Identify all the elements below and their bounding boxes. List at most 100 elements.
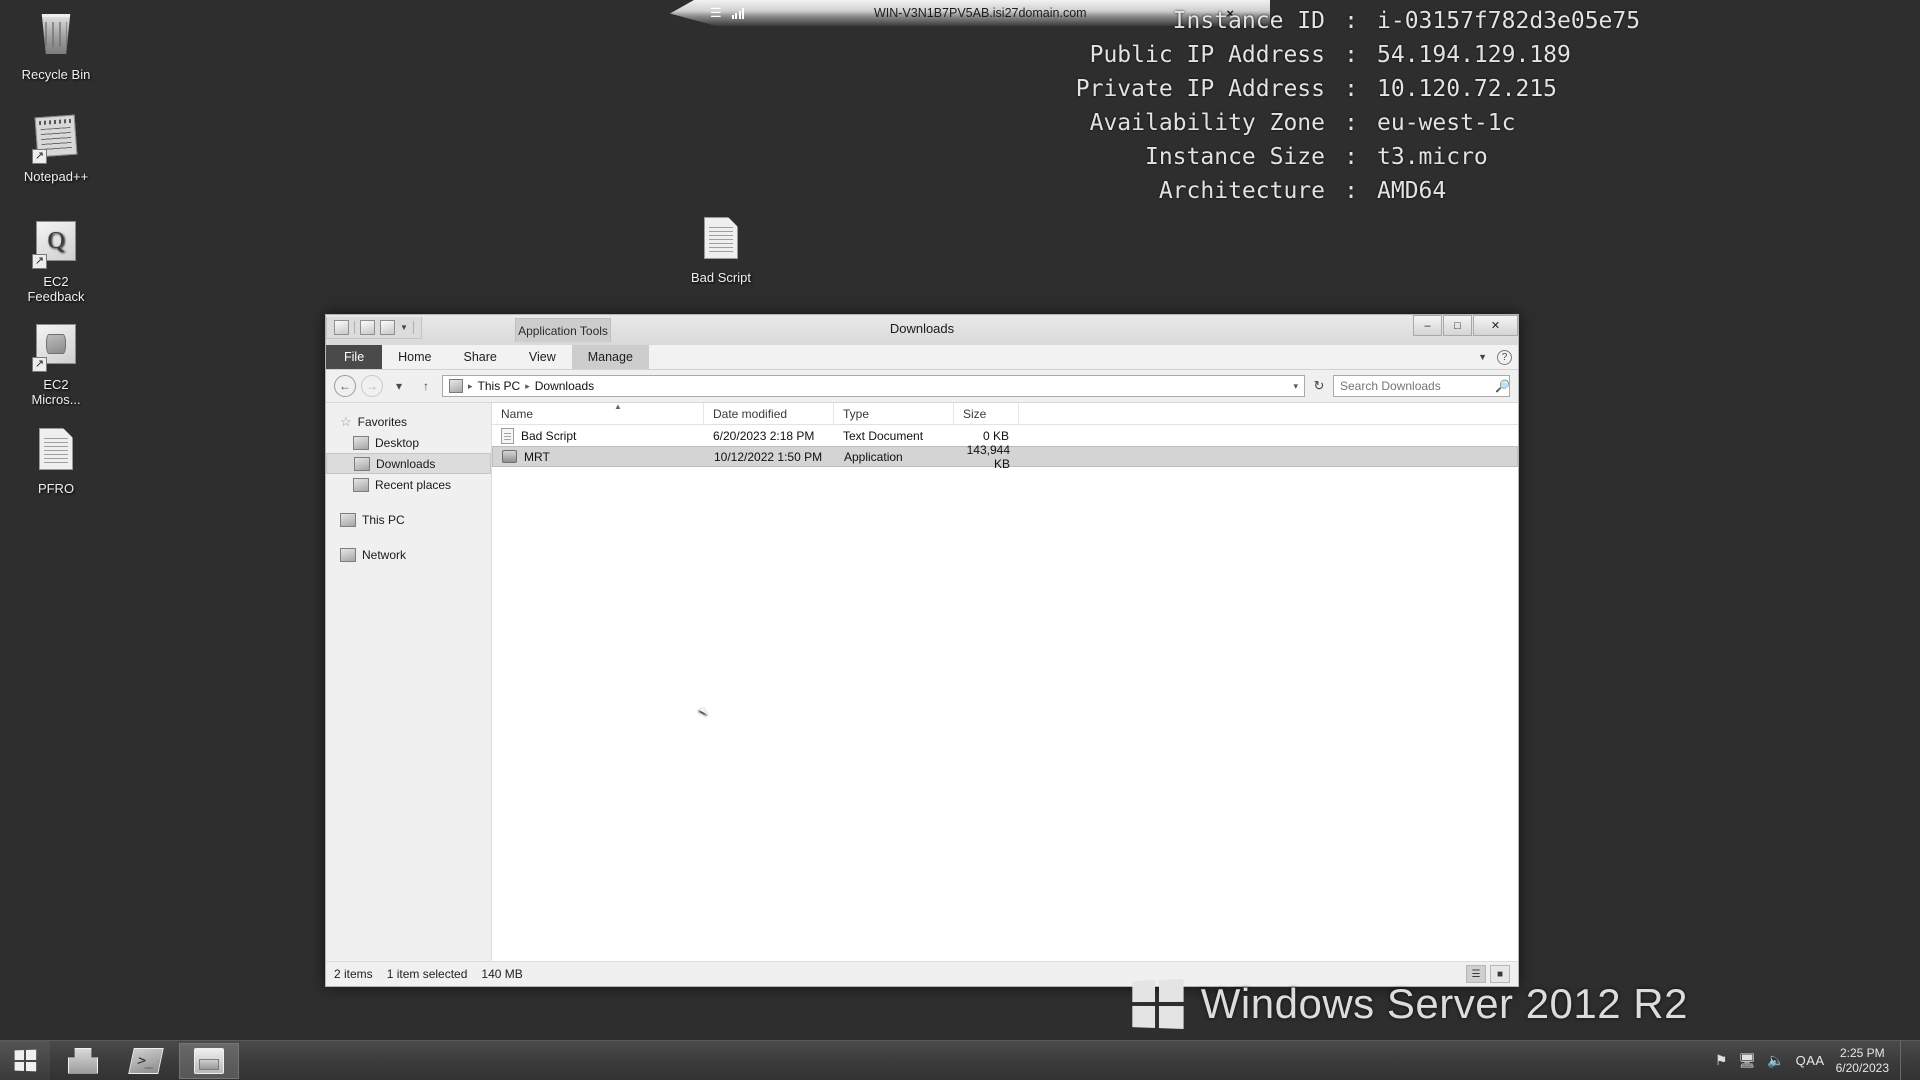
file-type-cell: Text Document <box>843 428 924 443</box>
up-button[interactable]: ↑ <box>415 375 437 397</box>
sort-ascending-icon: ▲ <box>614 402 622 411</box>
back-button[interactable]: ← <box>334 375 356 397</box>
desktop-icon-ec2-microsoft[interactable]: ↗ EC2 Micros... <box>8 320 104 407</box>
os-watermark: Windows Server 2012 R2 <box>1131 979 1688 1029</box>
status-selection: 1 item selected <box>386 967 468 981</box>
close-button[interactable]: ✕ <box>1473 315 1518 336</box>
taskbar-button-powershell[interactable]: >_ <box>116 1043 176 1079</box>
ribbon-tab-strip[interactable]: File Home Share View Manage ▼ ? <box>326 345 1518 370</box>
explorer-body: ☆ Favorites Desktop Downloads Recent pla… <box>326 402 1518 961</box>
ec2-microsoft-icon: ↗ <box>32 324 80 372</box>
desktop-icon-notepad-plus-plus[interactable]: ↗ Notepad++ <box>8 112 104 184</box>
search-icon[interactable]: 🔍 <box>1495 379 1510 393</box>
server-manager-icon <box>68 1047 98 1074</box>
recent-locations-button[interactable]: ▾ <box>388 375 410 397</box>
language-indicator[interactable]: QAA <box>1796 1053 1825 1068</box>
address-toolbar: ← → ▾ ↑ ▸ This PC ▸ Downloads ▾ ↻ 🔍 <box>326 370 1518 402</box>
instance-info-key: Public IP Address <box>1089 42 1325 68</box>
nav-item-label: Recent places <box>375 477 452 492</box>
column-header-size[interactable]: Size <box>954 403 1019 424</box>
table-row[interactable]: MRT 10/12/2022 1:50 PM Application 143,9… <box>492 443 1518 471</box>
clock[interactable]: 2:25 PM 6/20/2023 <box>1836 1046 1889 1076</box>
nav-group-favorites[interactable]: ☆ Favorites <box>326 411 491 432</box>
refresh-button[interactable]: ↻ <box>1310 378 1328 394</box>
tab-manage[interactable]: Manage <box>571 345 649 369</box>
show-desktop-button[interactable] <box>1900 1040 1908 1080</box>
nav-item-recent-places[interactable]: Recent places <box>326 474 491 495</box>
address-dropdown-icon[interactable]: ▾ <box>1293 381 1298 392</box>
ec2-feedback-icon: Q ↗ <box>32 221 80 269</box>
navigation-pane: ☆ Favorites Desktop Downloads Recent pla… <box>326 403 492 961</box>
nav-item-this-pc[interactable]: This PC <box>326 509 491 530</box>
taskbar-button-server-manager[interactable] <box>53 1043 113 1079</box>
search-input[interactable] <box>1340 379 1495 393</box>
maximize-button[interactable]: □ <box>1443 315 1472 336</box>
column-header-name[interactable]: Name <box>492 403 704 424</box>
desktop-icon-recycle-bin[interactable]: Recycle Bin <box>8 10 104 82</box>
nav-item-network[interactable]: Network <box>326 544 491 565</box>
instance-info-row: Instance ID : i-03157f782d3e05e75 <box>980 4 1640 38</box>
column-header-date-modified[interactable]: Date modified <box>704 403 834 424</box>
instance-info-separator: : <box>1344 42 1358 68</box>
instance-info-row: Availability Zone : eu-west-1c <box>980 106 1640 140</box>
tab-share[interactable]: Share <box>448 345 513 369</box>
nav-item-downloads[interactable]: Downloads <box>326 453 491 474</box>
file-name-cell[interactable]: MRT <box>493 450 705 464</box>
breadcrumb-downloads[interactable]: Downloads <box>535 379 594 393</box>
notepad-plus-plus-icon: ↗ <box>32 114 80 164</box>
shortcut-overlay-icon: ↗ <box>32 149 47 164</box>
file-date-cell: 6/20/2023 2:18 PM <box>713 428 815 443</box>
nav-item-label: Network <box>362 547 407 562</box>
windows-start-icon <box>14 1049 37 1072</box>
file-explorer-window: ▼ Application Tools Downloads – □ ✕ File… <box>325 314 1519 987</box>
instance-info-value: t3.micro <box>1377 144 1488 170</box>
file-name: MRT <box>524 449 550 464</box>
column-header-row[interactable]: Name Date modified Type Size ▲ <box>492 402 1518 425</box>
recent-places-icon <box>353 477 369 492</box>
powershell-icon: >_ <box>128 1047 164 1074</box>
status-selection-size: 140 MB <box>481 967 523 981</box>
signal-strength-icon <box>731 7 745 19</box>
desktop-icon-ec2-feedback[interactable]: Q ↗ EC2 Feedback <box>8 217 104 304</box>
file-name-cell[interactable]: Bad Script <box>492 427 704 444</box>
address-bar[interactable]: ▸ This PC ▸ Downloads ▾ <box>442 375 1305 397</box>
instance-info-key: Instance ID <box>1172 8 1325 34</box>
start-button[interactable] <box>0 1040 50 1080</box>
volume-muted-icon[interactable]: 🔈 <box>1767 1052 1784 1069</box>
shortcut-overlay-icon: ↗ <box>32 357 47 372</box>
pushpin-icon[interactable]: ☰ <box>710 5 722 21</box>
nav-item-desktop[interactable]: Desktop <box>326 432 491 453</box>
desktop-icon-pfro[interactable]: PFRO <box>8 425 104 496</box>
instance-info-row: Architecture : AMD64 <box>980 174 1640 208</box>
nav-item-label: Desktop <box>375 435 420 450</box>
instance-info-row: Instance Size : t3.micro <box>980 140 1640 174</box>
desktop-icon-label-line2: Micros... <box>31 392 81 407</box>
chevron-down-icon[interactable]: ▼ <box>1478 352 1487 362</box>
desktop-icon-label: PFRO <box>37 481 75 496</box>
ribbon-right-controls[interactable]: ▼ ? <box>1478 345 1512 369</box>
breadcrumb-this-pc[interactable]: This PC <box>478 379 521 393</box>
tab-view[interactable]: View <box>513 345 572 369</box>
instance-info-separator: : <box>1344 144 1358 170</box>
application-icon <box>502 450 517 463</box>
forward-button[interactable]: → <box>361 375 383 397</box>
explorer-title-bar[interactable]: ▼ Application Tools Downloads – □ ✕ <box>326 315 1518 345</box>
network-icon[interactable]: 🖥 <box>1738 1052 1756 1069</box>
taskbar-button-file-explorer[interactable] <box>179 1042 239 1079</box>
minimize-button[interactable]: – <box>1413 315 1442 336</box>
tab-file[interactable]: File <box>326 345 383 369</box>
desktop-icon-bad-script[interactable]: Bad Script <box>673 214 769 285</box>
file-list-view[interactable]: Name Date modified Type Size ▲ Bad Scrip… <box>492 402 1518 961</box>
instance-info-row: Public IP Address : 54.194.129.189 <box>980 38 1640 72</box>
instance-info-value: eu-west-1c <box>1377 110 1516 136</box>
flag-action-center-icon[interactable]: ⚑ <box>1715 1052 1728 1069</box>
desktop-icon <box>353 435 369 450</box>
search-box[interactable]: 🔍 <box>1333 375 1510 397</box>
file-name: Bad Script <box>521 428 577 443</box>
file-type-cell: Application <box>844 449 903 464</box>
window-controls[interactable]: – □ ✕ <box>1412 315 1518 336</box>
column-header-type[interactable]: Type <box>834 403 954 424</box>
help-icon[interactable]: ? <box>1497 349 1512 365</box>
tab-home[interactable]: Home <box>382 345 447 369</box>
text-file-icon <box>501 427 514 444</box>
